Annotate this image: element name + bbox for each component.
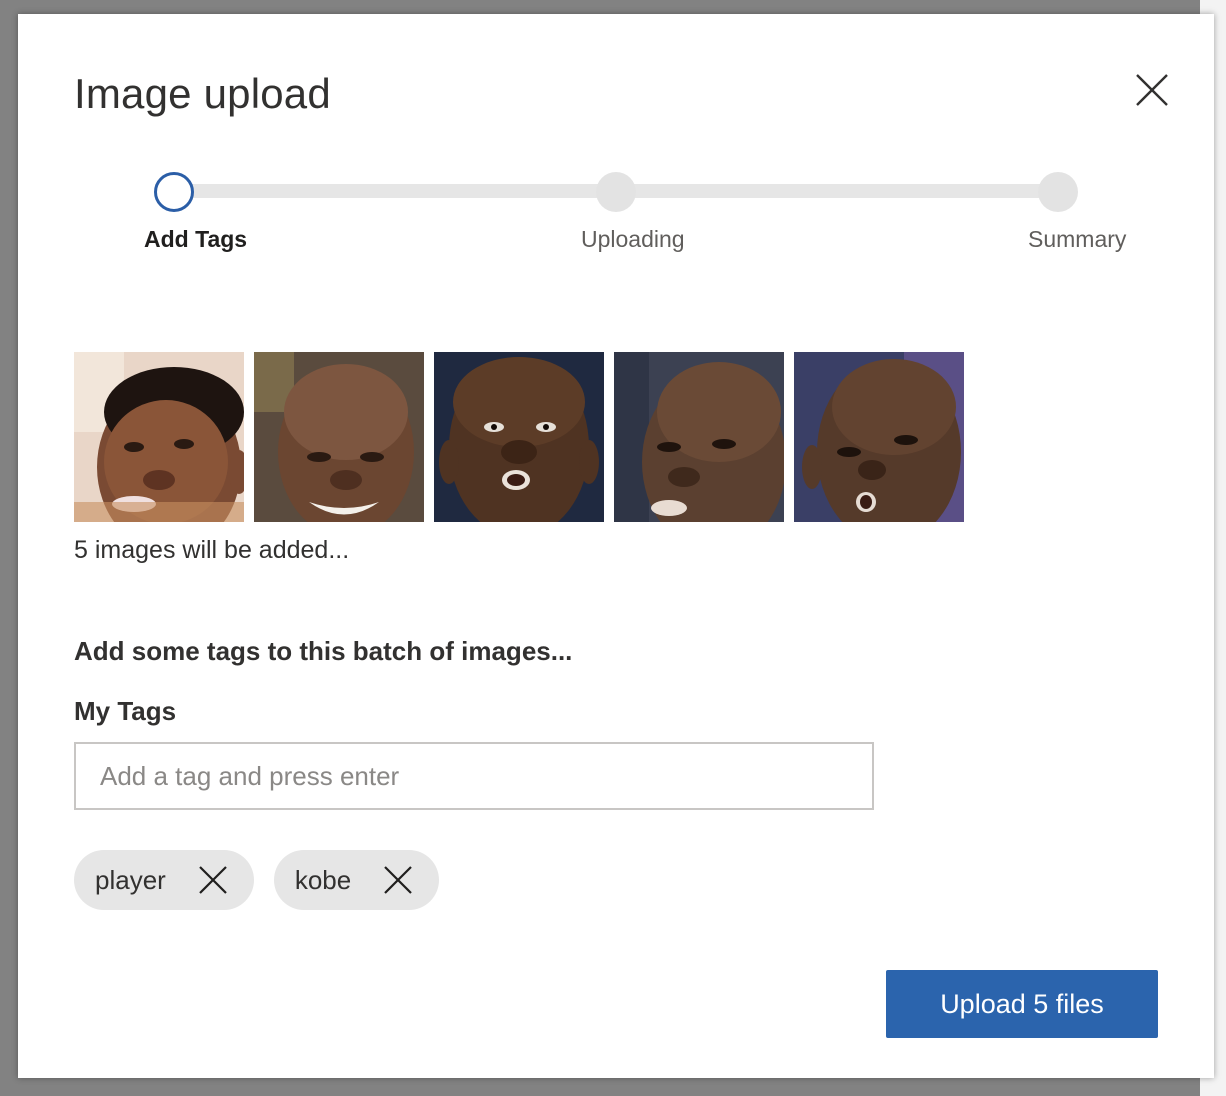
dialog-title: Image upload bbox=[74, 70, 331, 117]
upload-files-button[interactable]: Upload 5 files bbox=[886, 970, 1158, 1038]
progress-stepper: Add Tags Uploading Summary bbox=[18, 164, 1214, 274]
image-upload-dialog: Image upload Add Tags Uploading Summary bbox=[18, 14, 1214, 1078]
tags-section-heading: Add some tags to this batch of images... bbox=[74, 636, 573, 666]
image-thumbnails bbox=[74, 352, 964, 522]
tag-input[interactable] bbox=[74, 742, 874, 810]
tag-list: player kobe bbox=[74, 850, 440, 910]
tag-chip-label: player bbox=[95, 864, 166, 895]
image-thumbnail-2 bbox=[254, 352, 424, 522]
step-uploading-label: Uploading bbox=[581, 226, 685, 252]
image-thumbnail-1 bbox=[74, 352, 244, 522]
step-summary-indicator bbox=[1038, 172, 1078, 212]
image-count-text: 5 images will be added... bbox=[74, 536, 350, 564]
step-add-tags-indicator bbox=[154, 172, 194, 212]
step-uploading-indicator bbox=[596, 172, 636, 212]
step-summary-label: Summary bbox=[1028, 226, 1127, 252]
remove-tag-icon[interactable] bbox=[198, 865, 228, 895]
tag-chip-kobe: kobe bbox=[273, 850, 440, 910]
my-tags-label: My Tags bbox=[74, 696, 177, 726]
remove-tag-icon[interactable] bbox=[383, 865, 413, 895]
tag-chip-label: kobe bbox=[294, 864, 352, 895]
tag-chip-player: player bbox=[74, 850, 254, 910]
image-thumbnail-3 bbox=[434, 352, 604, 522]
image-thumbnail-4 bbox=[614, 352, 784, 522]
step-add-tags-label: Add Tags bbox=[144, 226, 248, 252]
close-icon[interactable] bbox=[1132, 70, 1172, 110]
image-thumbnail-5 bbox=[794, 352, 964, 522]
